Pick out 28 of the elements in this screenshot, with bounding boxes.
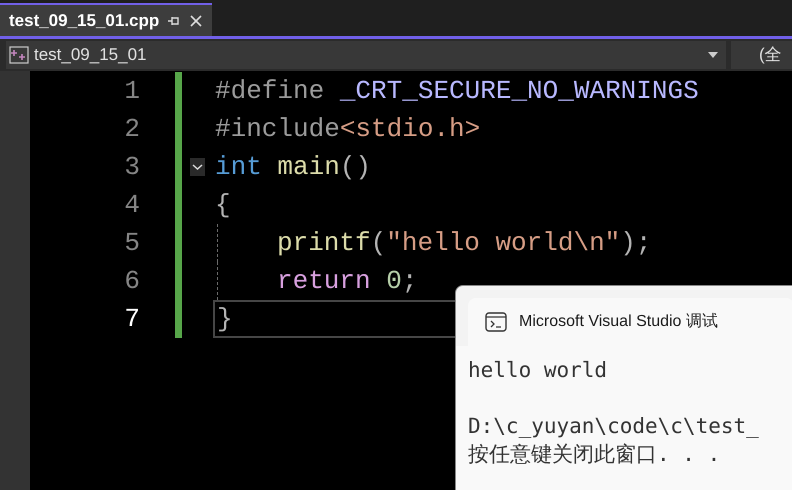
line-number: 3 [123,151,140,184]
terminal-icon [485,312,507,332]
collapse-icon[interactable] [190,158,205,176]
console-output-line: 按任意键关闭此窗口. . . [468,441,722,468]
code-line: } [216,303,233,336]
code-line: { [214,189,231,222]
line-number: 6 [123,265,140,298]
caret-icon [708,52,718,58]
console-output-line: D:\c_yuyan\code\c\test_ [468,413,760,440]
project-icon [9,46,29,64]
code-line: printf("hello world\n"); [276,227,652,260]
console-tab[interactable]: Microsoft Visual Studio 调试 [468,298,792,346]
line-number: 2 [123,113,140,146]
close-icon[interactable] [189,14,204,28]
line-number: 7 [123,303,140,336]
console-output-line: hello world [468,357,608,384]
file-tab[interactable]: test_09_15_01.cpp [0,3,212,36]
pin-icon[interactable] [167,14,182,26]
console-title: Microsoft Visual Studio 调试 [519,312,718,332]
code-line: return 0; [276,265,418,298]
code-line: #include<stdio.h> [214,113,480,146]
scope-dropdown[interactable]: (全 [731,41,792,69]
code-line: #define _CRT_SECURE_NO_WARNINGS [214,75,699,108]
line-number: 1 [123,75,140,108]
project-dropdown[interactable]: test_09_15_01 [6,41,726,69]
line-number: 5 [123,227,140,260]
line-number: 4 [123,189,140,222]
code-line: int main() [214,151,372,184]
